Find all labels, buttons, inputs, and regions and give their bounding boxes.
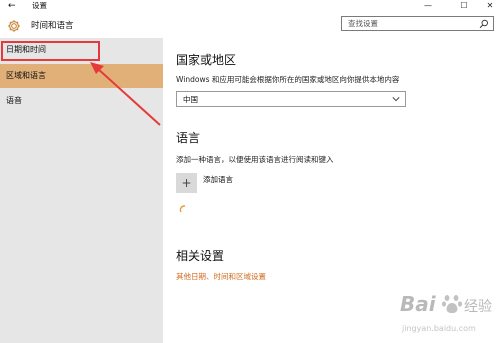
watermark-brand-suffix: 经验 [464,299,492,315]
add-language-label[interactable]: 添加语言 [203,174,233,185]
watermark-url: jingyan.baidu.com [402,324,476,333]
loading-spinner-icon [179,205,186,213]
language-description: 添加一种语言，以便使用该语言进行阅读和键入 [176,155,334,164]
other-date-time-region-link[interactable]: 其他日期、时间和区域设置 [176,271,266,282]
add-language-button[interactable]: + [176,173,197,193]
paw-icon [442,295,462,314]
country-region-select[interactable]: 中国 [176,91,406,107]
region-section-title: 国家或地区 [176,53,237,67]
plus-icon: + [181,176,192,190]
country-region-value: 中国 [183,95,198,104]
baidu-watermark: Bai 经验 jingyan.baidu.com [398,292,496,340]
region-description: Windows 和应用可能会根据你所在的国家或地区向你提供本地内容 [176,75,400,84]
chevron-down-icon [392,97,400,102]
language-section-title: 语言 [176,131,201,145]
watermark-brand: Bai [400,292,436,316]
related-settings-title: 相关设置 [176,249,225,263]
